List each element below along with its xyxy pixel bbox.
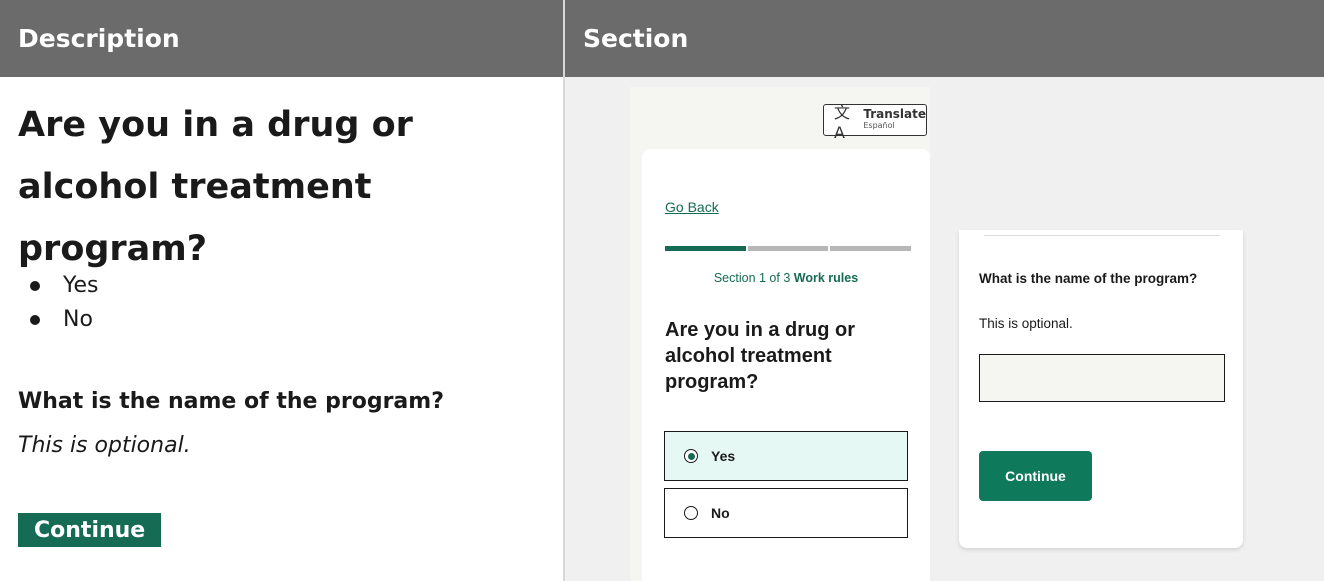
radio-label-yes: Yes xyxy=(711,448,736,464)
question-card: Go Back Section 1 of 3 Work rules Are yo… xyxy=(642,149,930,581)
radio-selected-icon xyxy=(684,449,698,463)
preview-question-heading: Are you in a drug or alcohol treatment p… xyxy=(665,319,856,393)
translate-label: Translate xyxy=(863,107,926,121)
description-optional-note: This is optional. xyxy=(18,433,191,458)
radio-option-no[interactable]: No xyxy=(664,488,908,538)
radio-option-yes[interactable]: Yes xyxy=(664,431,908,481)
divider xyxy=(984,235,1220,236)
comparison-table: Description Section Are you in a drug or… xyxy=(0,0,1324,581)
radio-label-no: No xyxy=(711,505,730,521)
program-name-input[interactable] xyxy=(979,354,1225,402)
progress-segment-3 xyxy=(830,246,912,251)
list-item: No xyxy=(30,303,99,337)
preview-continue-button[interactable]: Continue xyxy=(979,451,1092,501)
radio-unselected-icon xyxy=(684,506,698,520)
section-count: Section 1 of 3 xyxy=(713,271,791,285)
translate-icon: 文A xyxy=(834,102,851,142)
go-back-link[interactable]: Go Back xyxy=(665,199,719,215)
option-label: No xyxy=(63,307,93,332)
progress-segment-1 xyxy=(665,246,746,251)
program-name-label: What is the name of the program? xyxy=(979,271,1198,286)
progress-bar xyxy=(665,246,912,251)
translate-labels: Translate Español xyxy=(863,108,926,132)
description-column-header: Description xyxy=(0,0,563,77)
description-continue-button[interactable]: Continue xyxy=(18,513,162,547)
program-optional-note: This is optional. xyxy=(979,316,1073,331)
section-cell: 文A Translate Español Go Back Section 1 o… xyxy=(563,77,1324,581)
section-indicator: Section 1 of 3 Work rules xyxy=(642,271,930,285)
description-program-label: What is the name of the program? xyxy=(18,389,444,414)
description-question: Are you in a drug or alcohol treatment p… xyxy=(18,105,413,269)
section-name: Work rules xyxy=(793,271,859,285)
description-cell: Are you in a drug or alcohol treatment p… xyxy=(0,77,563,581)
list-item: Yes xyxy=(30,269,99,303)
progress-segment-2 xyxy=(747,246,829,251)
translate-sublabel: Español xyxy=(863,121,895,130)
bullet-icon xyxy=(30,281,40,291)
bullet-icon xyxy=(30,315,40,325)
section-column-header: Section xyxy=(563,0,1324,77)
translate-button[interactable]: 文A Translate Español xyxy=(823,103,927,142)
program-name-card: What is the name of the program? This is… xyxy=(959,230,1243,548)
description-options-list: Yes No xyxy=(30,269,99,337)
option-label: Yes xyxy=(63,273,99,298)
radio-dot xyxy=(687,452,695,460)
